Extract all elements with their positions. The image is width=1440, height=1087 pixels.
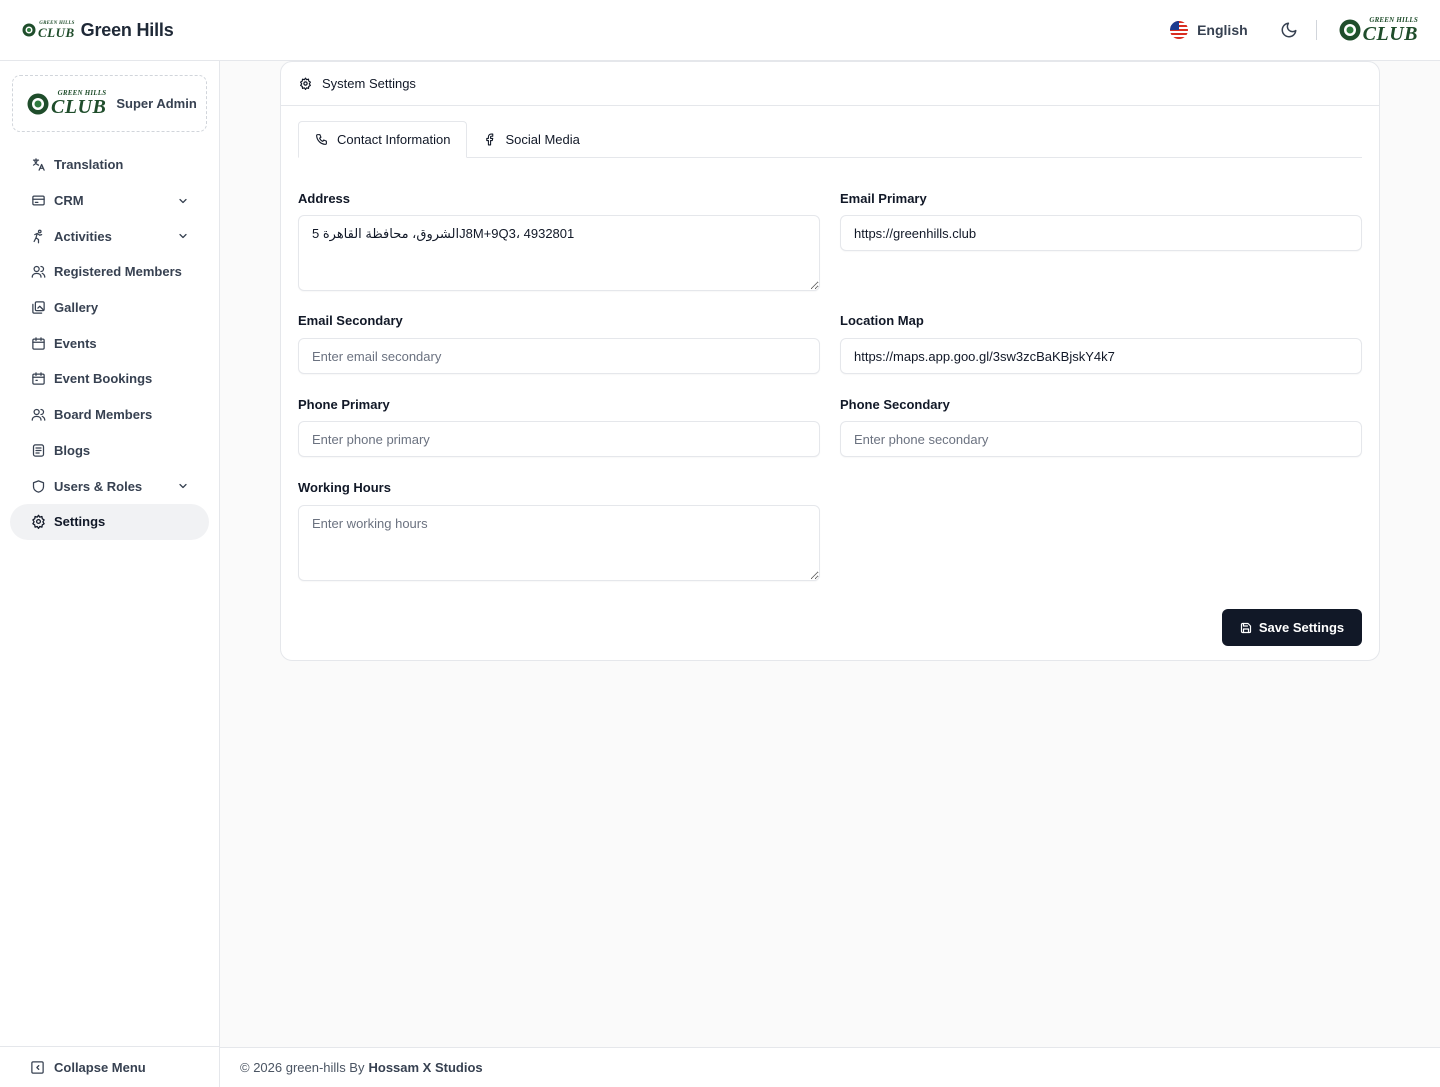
gallery-icon [30, 300, 46, 316]
sidebar-item-label: Gallery [54, 300, 99, 316]
collapse-icon [30, 1059, 46, 1075]
language-selector[interactable]: English [1170, 21, 1248, 39]
users-icon [30, 407, 46, 423]
tab-label: Contact Information [337, 132, 451, 147]
footer-copyright: © 2026 green-hills By [240, 1060, 365, 1075]
sidebar-item-label: Blogs [54, 442, 91, 458]
header-actions: English GREEN HILLS CLUB [1170, 16, 1418, 44]
profile-card[interactable]: GREEN HILLS CLUB Super Admin [12, 75, 207, 132]
working-hours-label: Working Hours [298, 480, 391, 495]
save-icon [1240, 622, 1251, 633]
brand-logo: GREEN HILLS CLUB [22, 21, 75, 39]
footer-company-link[interactable]: Hossam X Studios [368, 1060, 482, 1075]
settings-tabs: Contact Information Social Media [298, 121, 1362, 158]
logo-big-text: CLUB [38, 25, 75, 40]
brand-title: Green Hills [80, 19, 174, 40]
calendar-icon [30, 371, 46, 387]
footer: © 2026 green-hills By Hossam X Studios [220, 1047, 1440, 1087]
phone-secondary-input[interactable] [840, 421, 1362, 457]
profile-role: Super Admin [116, 96, 197, 111]
us-flag-icon [1170, 21, 1189, 39]
club-crest-icon [1339, 19, 1361, 41]
gear-icon [300, 77, 311, 90]
sidebar: GREEN HILLS CLUB Super Admin Translation… [0, 61, 220, 1087]
sidebar-item-activities[interactable]: Activities [10, 218, 209, 254]
crm-icon [30, 193, 46, 209]
sidebar-item-label: Event Bookings [54, 371, 153, 387]
tab-social-media[interactable]: Social Media [467, 121, 595, 158]
phone-primary-input[interactable] [298, 421, 820, 457]
facebook-icon [486, 133, 494, 146]
blog-icon [30, 442, 46, 458]
theme-toggle-button[interactable] [1278, 19, 1300, 41]
phone-primary-label: Phone Primary [298, 397, 390, 412]
email-secondary-label: Email Secondary [298, 313, 403, 328]
sidebar-item-label: CRM [54, 193, 84, 209]
club-crest-icon [27, 93, 49, 114]
header-divider [1315, 20, 1317, 40]
card-title: System Settings [322, 76, 416, 91]
sidebar-item-board-members[interactable]: Board Members [10, 397, 209, 433]
address-label: Address [298, 191, 351, 206]
gear-icon [30, 514, 46, 530]
email-primary-input[interactable] [840, 215, 1362, 251]
sidebar-item-registered-members[interactable]: Registered Members [10, 254, 209, 290]
save-button-label: Save Settings [1258, 620, 1345, 635]
sidebar-item-label: Events [54, 335, 97, 351]
sidebar-item-label: Translation [54, 157, 124, 173]
sidebar-item-translation[interactable]: Translation [10, 147, 209, 183]
save-settings-button[interactable]: Save Settings [1222, 609, 1362, 646]
sidebar-item-events[interactable]: Events [10, 325, 209, 361]
email-secondary-input[interactable] [298, 338, 820, 374]
address-textarea[interactable]: الشروق، محافظة القاهرة 5J8M+9Q3، 4932801 [298, 215, 820, 291]
collapse-menu-label: Collapse Menu [54, 1059, 146, 1075]
card-header: System Settings [281, 62, 1379, 106]
brand[interactable]: GREEN HILLS CLUB Green Hills [22, 20, 174, 41]
users-icon [30, 264, 46, 280]
language-label: English [1197, 22, 1248, 38]
phone-icon [316, 134, 327, 145]
location-map-label: Location Map [840, 313, 924, 328]
chevron-down-icon [177, 230, 189, 242]
email-primary-label: Email Primary [840, 191, 927, 206]
translate-icon [30, 157, 46, 173]
sidebar-item-crm[interactable]: CRM [10, 183, 209, 219]
logo-big-text: CLUB [51, 96, 107, 118]
chevron-down-icon [177, 195, 189, 207]
phone-secondary-label: Phone Secondary [840, 397, 950, 412]
logo-big-text: CLUB [1362, 22, 1418, 45]
sidebar-item-blogs[interactable]: Blogs [10, 433, 209, 469]
profile-logo: GREEN HILLS CLUB [27, 90, 106, 118]
sidebar-item-label: Board Members [54, 407, 153, 423]
shield-icon [30, 478, 46, 494]
sidebar-item-settings[interactable]: Settings [10, 503, 209, 540]
sidebar-item-gallery[interactable]: Gallery [10, 290, 209, 326]
sidebar-item-label: Settings [54, 514, 106, 530]
top-header: GREEN HILLS CLUB Green Hills English GRE… [0, 0, 1440, 61]
club-crest-icon [22, 23, 36, 37]
location-map-input[interactable] [840, 338, 1362, 374]
sidebar-item-label: Activities [54, 228, 112, 244]
sidebar-item-event-bookings[interactable]: Event Bookings [10, 361, 209, 397]
sidebar-item-label: Users & Roles [54, 478, 143, 494]
collapse-menu-button[interactable]: Collapse Menu [0, 1046, 219, 1087]
system-settings-card: System Settings Contact Information Soci… [280, 61, 1380, 661]
sidebar-nav: Translation CRM Activities Registered Me… [10, 147, 209, 540]
tab-contact-information[interactable]: Contact Information [298, 121, 468, 158]
moon-icon [1281, 22, 1297, 38]
sidebar-item-users-roles[interactable]: Users & Roles [10, 468, 209, 504]
tab-label: Social Media [505, 132, 580, 147]
header-logo[interactable]: GREEN HILLS CLUB [1339, 16, 1418, 44]
sidebar-item-label: Registered Members [54, 264, 182, 280]
chevron-down-icon [177, 480, 189, 492]
working-hours-textarea[interactable] [298, 505, 820, 581]
activity-icon [30, 228, 46, 244]
calendar-icon [30, 335, 46, 351]
